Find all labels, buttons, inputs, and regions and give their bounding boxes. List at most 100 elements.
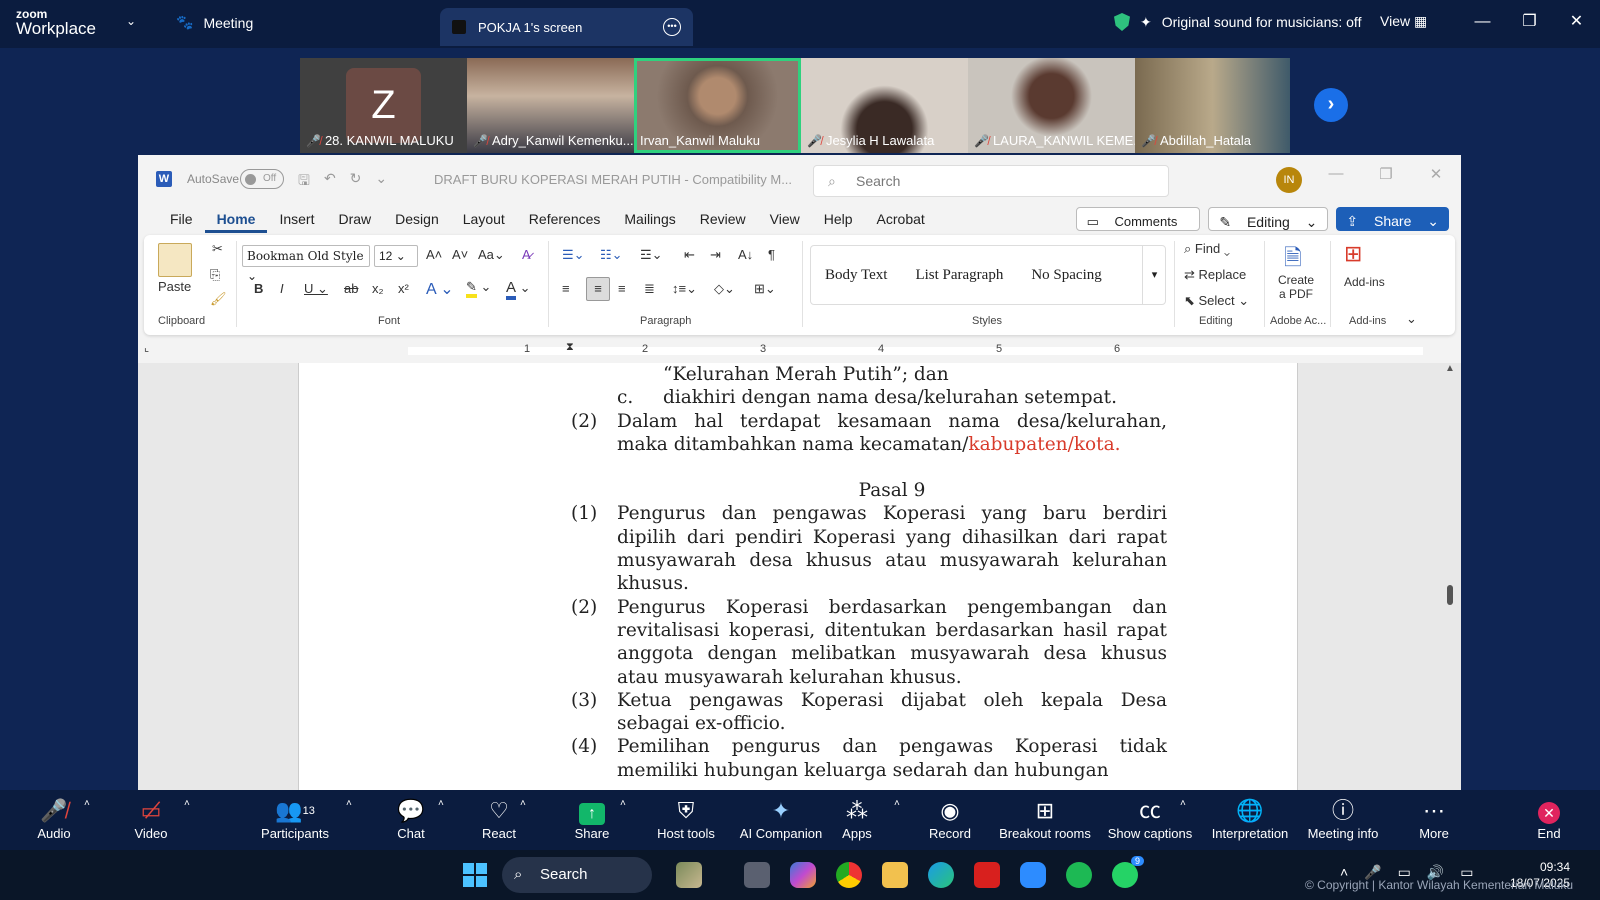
zoom-logo[interactable]: zoom Workplace [16,8,96,37]
windows-start-icon[interactable] [463,863,487,887]
style-body-text[interactable]: Body Text [811,267,901,284]
share-options-icon[interactable]: ˄ [620,798,626,809]
find-button[interactable]: ⌕ Find ⌄ [1184,241,1230,257]
font-name-select[interactable]: Bookman Old Style ⌄ [242,245,370,283]
close-icon[interactable]: ✕ [1411,165,1461,183]
change-case-icon[interactable]: Aa⌄ [478,247,505,263]
more-button[interactable]: ⋯ More [1394,796,1474,841]
styles-more-icon[interactable]: ▾ [1142,245,1166,305]
redo-icon[interactable]: ↻ [350,170,362,194]
tab-design[interactable]: Design [383,205,451,233]
video-tile[interactable]: 🎤̸ Adry_Kanwil Kemenku... [467,58,634,153]
bullets-icon[interactable]: ☰⌄ [562,247,585,263]
highlight-icon[interactable]: ✎ ⌄ [466,279,491,298]
vertical-scrollbar[interactable]: ▲ [1445,363,1455,790]
autosave-toggle[interactable]: Off [240,169,284,189]
audio-options-icon[interactable]: ˄ [84,798,90,809]
select-button[interactable]: ⬉ Select ⌄ [1184,293,1249,309]
customize-qat-icon[interactable]: ⌄ [375,170,387,194]
underline-icon[interactable]: U ⌄ [304,281,328,297]
shading-icon[interactable]: ◇⌄ [714,281,735,297]
bold-icon[interactable]: B [254,281,263,296]
style-no-spacing[interactable]: No Spacing [1017,267,1115,284]
zoom-app-icon[interactable] [1020,862,1046,888]
tab-selector-icon[interactable]: ⌞ [144,341,149,354]
strikethrough-icon[interactable]: ab [344,281,358,296]
tab-home[interactable]: Home [204,205,268,233]
chat-options-icon[interactable]: ˄ [438,798,444,809]
restore-icon[interactable]: ❐ [1361,165,1411,183]
apps-options-icon[interactable]: ˄ [894,798,900,809]
avatar[interactable]: IN [1276,167,1302,193]
shrink-font-icon[interactable]: A˅ [452,247,468,262]
spotify-icon[interactable] [1066,862,1092,888]
add-ins-icon[interactable]: ⊞ [1344,241,1362,267]
save-icon[interactable]: 🖫 [298,170,310,194]
italic-icon[interactable]: I [280,281,284,296]
align-left-icon[interactable]: ≡ [562,281,570,296]
font-size-select[interactable]: 12 ⌄ [374,245,418,267]
taskbar-search[interactable]: ⌕ Search [502,857,652,893]
meeting-info-button[interactable]: ⓘ Meeting info [1298,796,1388,841]
react-options-icon[interactable]: ˄ [520,798,526,809]
original-sound-status[interactable]: ✦ Original sound for musicians: off [1114,13,1361,31]
text-effects-icon[interactable]: A ⌄ [426,279,454,299]
scrollbar-thumb[interactable] [1447,585,1453,605]
participants-button[interactable]: 👥13 Participants [250,796,340,841]
scroll-up-icon[interactable]: ▲ [1445,363,1455,374]
host-tools-button[interactable]: ⛨ Host tools [641,796,731,841]
ruler[interactable]: ⌞ 1 2 3 4 5 6 ⧗ [138,341,1461,361]
apps-button[interactable]: ⁂ Apps [822,796,892,841]
participants-options-icon[interactable]: ˄ [346,798,352,809]
indent-marker-icon[interactable]: ⧗ [566,341,574,354]
video-options-icon[interactable]: ˄ [184,798,190,809]
whatsapp-icon[interactable]: 9 [1112,856,1144,888]
chrome-icon[interactable] [836,862,862,888]
numbering-icon[interactable]: ☷⌄ [600,247,623,263]
borders-icon[interactable]: ⊞⌄ [754,281,776,297]
video-tile[interactable]: 🎤̸ Abdillah_Hatala [1135,58,1290,153]
tab-acrobat[interactable]: Acrobat [865,205,937,233]
subscript-icon[interactable]: x₂ [372,281,384,296]
copy-icon[interactable]: ⎘ [210,267,220,283]
show-marks-icon[interactable]: ¶ [768,247,775,262]
clear-formatting-icon[interactable]: A̷ [522,247,531,262]
font-color-icon[interactable]: A ⌄ [506,279,531,300]
edge-icon[interactable] [928,862,954,888]
close-icon[interactable]: ✕ [1553,0,1600,44]
replace-button[interactable]: ⇄ Replace [1184,267,1246,283]
wps-icon[interactable] [974,862,1000,888]
cut-icon[interactable]: ✂ [212,241,223,257]
collapse-ribbon-icon[interactable]: ⌄ [1406,311,1417,327]
editing-mode-button[interactable]: ✎ Editing ⌄ [1208,207,1329,231]
restore-icon[interactable]: ❐ [1506,0,1553,44]
tab-view[interactable]: View [758,205,812,233]
paste-button[interactable]: Paste [158,279,191,294]
task-view-icon[interactable] [744,862,770,888]
justify-icon[interactable]: ≣ [644,281,655,297]
tab-review[interactable]: Review [688,205,758,233]
sort-icon[interactable]: A↓ [738,247,753,262]
chevron-down-icon[interactable]: ⌄ [126,14,136,28]
increase-indent-icon[interactable]: ⇥ [710,247,721,263]
superscript-icon[interactable]: x² [398,281,409,296]
align-center-icon[interactable]: ≡ [586,277,610,301]
document-page[interactable]: “Kelurahan Merah Putih”; dan c. diakhiri … [298,363,1298,790]
align-right-icon[interactable]: ≡ [618,281,626,296]
minimize-icon[interactable]: — [1311,165,1361,183]
grow-font-icon[interactable]: A˄ [426,247,442,262]
record-button[interactable]: ◉ Record [905,796,995,841]
copilot-icon[interactable] [790,862,816,888]
format-painter-icon[interactable]: 🖌 [210,291,227,307]
document-body[interactable]: “Kelurahan Merah Putih”; dan c. diakhiri … [571,363,1167,782]
breakout-rooms-button[interactable]: ⊞ Breakout rooms [995,796,1095,841]
tab-help[interactable]: Help [812,205,865,233]
widgets-icon[interactable] [676,862,702,888]
document-title[interactable]: DRAFT BURU KOPERASI MERAH PUTIH - Compat… [434,172,792,187]
undo-icon[interactable]: ↶ [324,170,336,194]
add-ins-button[interactable]: Add-ins [1344,275,1385,289]
tab-layout[interactable]: Layout [451,205,517,233]
file-explorer-icon[interactable] [882,862,908,888]
style-list-paragraph[interactable]: List Paragraph [901,267,1017,284]
more-options-icon[interactable]: ••• [663,18,681,36]
